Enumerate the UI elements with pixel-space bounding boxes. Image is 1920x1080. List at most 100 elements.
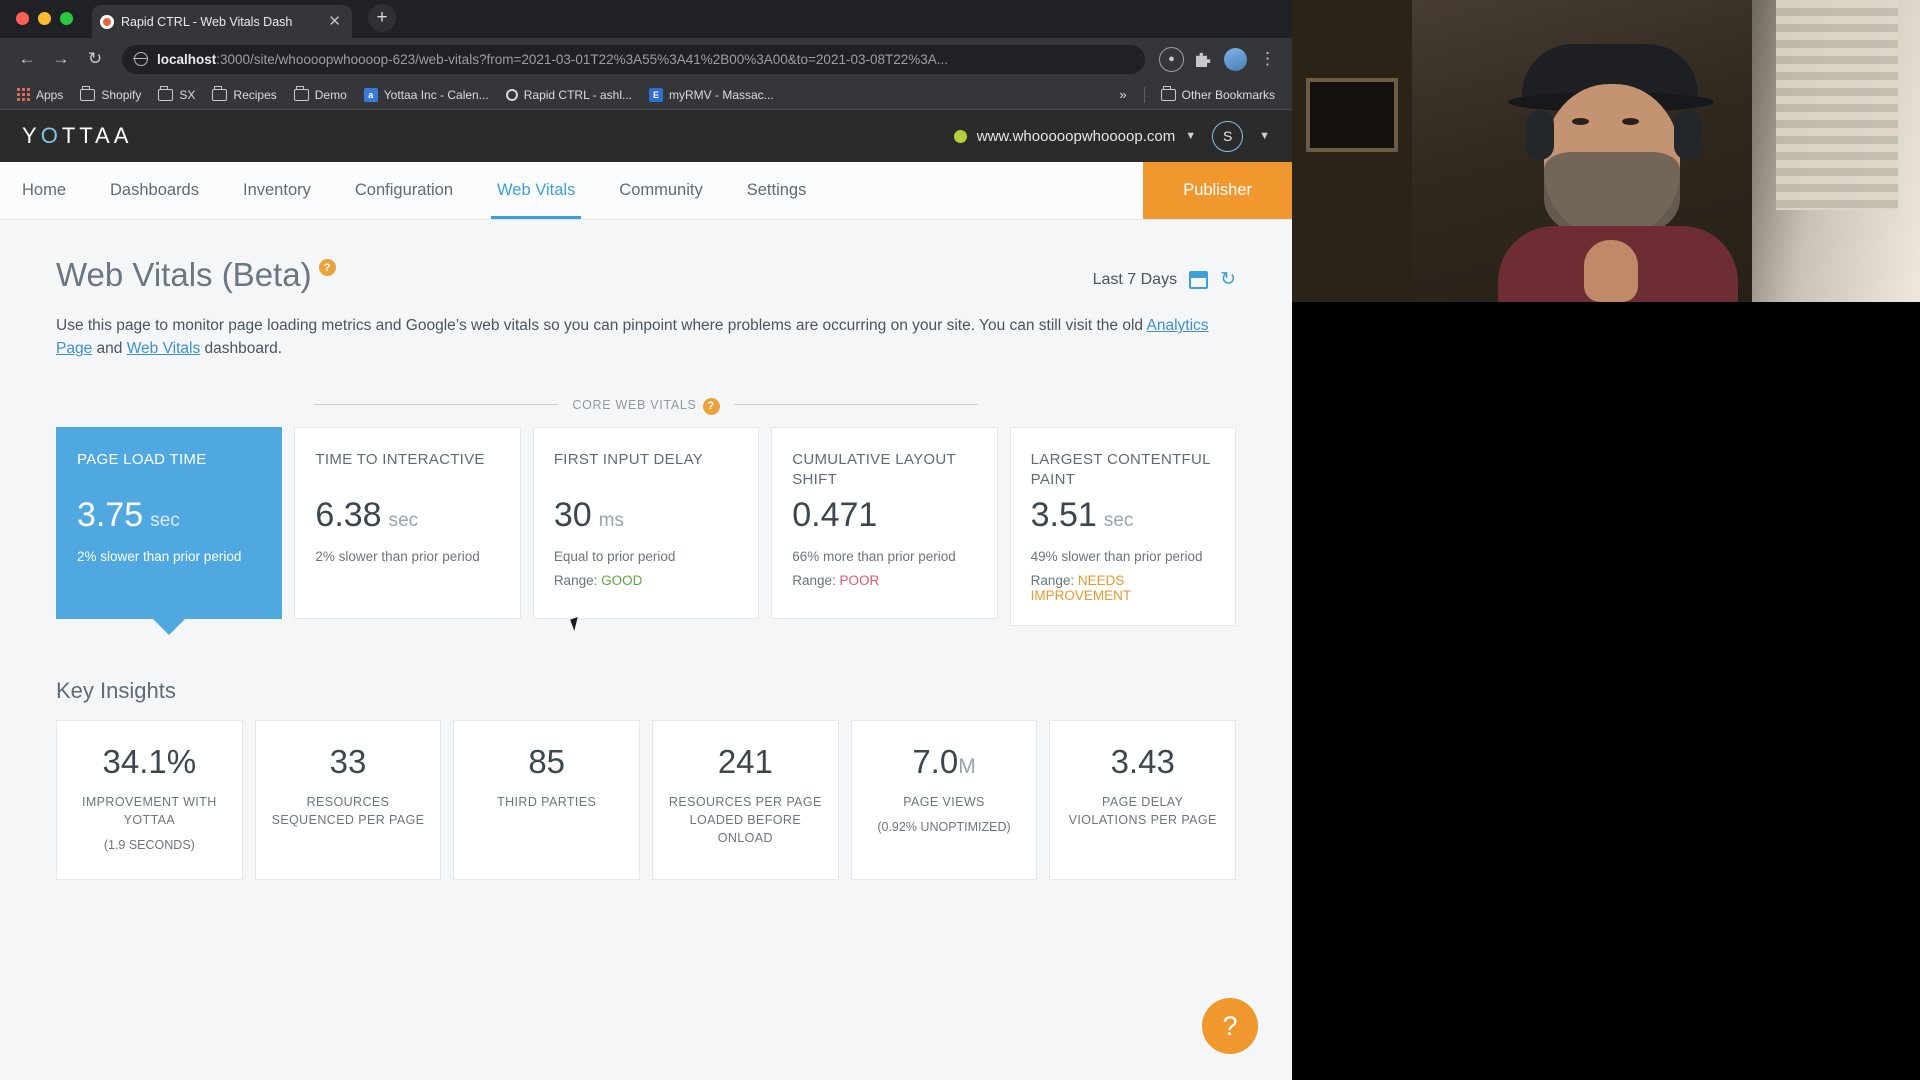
- logo-pre: Y: [22, 123, 41, 148]
- folder-icon: [80, 86, 96, 101]
- nav-item-community[interactable]: Community: [597, 162, 724, 219]
- page-content: Web Vitals (Beta) ? Last 7 Days ↻ Use th…: [0, 220, 1292, 881]
- nav-item-dashboards[interactable]: Dashboards: [88, 162, 221, 219]
- close-icon[interactable]: ✕: [325, 14, 344, 29]
- nav-item-inventory[interactable]: Inventory: [221, 162, 333, 219]
- date-range-label: Last 7 Days: [1092, 270, 1178, 288]
- url-host: localhost: [157, 51, 217, 67]
- metric-label: PAGE LOAD TIME: [77, 450, 207, 468]
- insight-card-resources-before-onload[interactable]: 241 RESOURCES PER PAGE LOADED BEFORE ONL…: [652, 720, 839, 881]
- calendar-icon[interactable]: [1189, 270, 1209, 289]
- address-bar[interactable]: localhost:3000/site/whoooopwhoooop-623/w…: [122, 44, 1145, 74]
- bookmark-rapid-ctrl[interactable]: Rapid CTRL - ashl...: [499, 85, 639, 105]
- range-label: Range:: [553, 573, 602, 589]
- bookmarks-overflow-button[interactable]: »: [1111, 87, 1134, 102]
- site-selector[interactable]: www.whooooopwhoooop.com ▼: [953, 128, 1197, 145]
- nav-item-home[interactable]: Home: [0, 162, 88, 219]
- band-divider-right: [733, 404, 978, 405]
- insight-card-third-parties[interactable]: 85 THIRD PARTIES: [453, 720, 641, 881]
- ring-favicon: [505, 88, 518, 101]
- nav-item-configuration[interactable]: Configuration: [333, 162, 475, 219]
- avatar[interactable]: S: [1212, 120, 1244, 152]
- metric-value: 0.471: [792, 495, 878, 534]
- webcam-headphone-left: [1526, 110, 1554, 160]
- window-controls[interactable]: [0, 12, 73, 38]
- metric-card-first-input-delay[interactable]: FIRST INPUT DELAY 30 ms Equal to prior p…: [532, 426, 760, 619]
- apps-grid-icon: [17, 88, 30, 101]
- insight-card-page-views[interactable]: 7.0M PAGE VIEWS (0.92% UNOPTIMIZED): [850, 720, 1038, 881]
- profile-avatar[interactable]: [1223, 47, 1248, 72]
- metric-subtext: Equal to prior period: [553, 548, 676, 564]
- extension-badge-icon[interactable]: ●: [1159, 46, 1184, 72]
- bookmarks-divider: [1143, 86, 1145, 103]
- help-icon[interactable]: ?: [702, 397, 720, 415]
- minimize-window-button[interactable]: [38, 12, 51, 25]
- user-menu-chevron-down-icon[interactable]: ▼: [1259, 130, 1270, 142]
- calendar-favicon: a: [363, 87, 378, 102]
- publisher-button[interactable]: Publisher: [1143, 162, 1292, 219]
- reload-button[interactable]: ↻: [80, 44, 110, 74]
- e-favicon: E: [649, 87, 663, 102]
- back-button[interactable]: ←: [12, 44, 42, 74]
- chevron-down-icon: ▼: [1185, 130, 1197, 142]
- other-bookmarks-button[interactable]: Other Bookmarks: [1154, 85, 1282, 105]
- webcam-person-eye-left: [1572, 118, 1589, 125]
- bookmark-myrmv[interactable]: E myRMV - Massac...: [642, 85, 781, 105]
- insight-label: IMPROVEMENT WITH YOTTAA: [82, 795, 217, 828]
- browser-tab[interactable]: Rapid CTRL - Web Vitals Dash ✕: [92, 5, 352, 38]
- insight-value-text: 34.1%: [102, 743, 197, 781]
- help-fab-button[interactable]: ?: [1202, 998, 1258, 1054]
- metric-card-time-to-interactive[interactable]: TIME TO INTERACTIVE 6.38 sec 2% slower t…: [294, 426, 521, 619]
- insight-value: 7.0M: [864, 743, 1025, 781]
- insight-card-improvement-with-yottaa[interactable]: 34.1% IMPROVEMENT WITH YOTTAA (1.9 SECON…: [56, 720, 243, 881]
- maximize-window-button[interactable]: [60, 12, 73, 25]
- date-range-control[interactable]: Last 7 Days ↻: [1093, 256, 1236, 291]
- new-tab-button[interactable]: +: [368, 4, 396, 32]
- extensions-icon[interactable]: [1191, 47, 1216, 72]
- metric-unit: sec: [150, 509, 180, 531]
- metric-value-row: 6.38 sec: [315, 496, 499, 535]
- metric-subtext: 66% more than prior period: [792, 548, 956, 564]
- insight-card-page-delay-violations[interactable]: 3.43 PAGE DELAY VIOLATIONS PER PAGE: [1049, 720, 1237, 881]
- other-bookmarks-label: Other Bookmarks: [1181, 87, 1275, 102]
- webcam-overlay: [1292, 0, 1920, 1080]
- yottaa-logo[interactable]: YOTTAA: [22, 123, 132, 149]
- insight-label: RESOURCES PER PAGE LOADED BEFORE ONLOAD: [668, 795, 822, 846]
- insight-card-resources-sequenced[interactable]: 33 RESOURCES SEQUENCED PER PAGE: [254, 720, 442, 881]
- tab-strip: Rapid CTRL - Web Vitals Dash ✕ +: [0, 0, 1292, 38]
- bookmark-shopify[interactable]: Shopify: [73, 85, 148, 105]
- metric-subtext: 2% slower than prior period: [315, 548, 480, 564]
- band-label-text: CORE WEB VITALS: [572, 397, 697, 412]
- description-and: and: [92, 340, 127, 358]
- bookmark-apps[interactable]: Apps: [10, 85, 70, 105]
- logo-post: TTAA: [61, 123, 133, 148]
- metric-value-row: 3.75 sec: [77, 496, 261, 535]
- close-window-button[interactable]: [16, 12, 29, 25]
- bookmark-label: Recipes: [233, 87, 277, 102]
- range-label: Range:: [1030, 573, 1078, 589]
- web-vitals-link[interactable]: Web Vitals: [127, 340, 201, 357]
- bookmark-demo[interactable]: Demo: [287, 85, 354, 105]
- forward-button[interactable]: →: [46, 44, 76, 74]
- webcam-window-blind: [1776, 0, 1898, 210]
- refresh-icon[interactable]: ↻: [1220, 268, 1236, 291]
- core-web-vitals-cards: PAGE LOAD TIME 3.75 sec 2% slower than p…: [56, 426, 1237, 635]
- bookmark-recipes[interactable]: Recipes: [205, 85, 283, 105]
- nav-item-settings[interactable]: Settings: [725, 162, 829, 219]
- metric-card-largest-contentful-paint[interactable]: LARGEST CONTENTFUL PAINT 3.51 sec 49% sl…: [1009, 426, 1237, 627]
- insight-value-suffix: M: [958, 755, 976, 779]
- help-icon[interactable]: ?: [318, 259, 336, 276]
- nav-item-web-vitals[interactable]: Web Vitals: [475, 162, 597, 219]
- metric-label: TIME TO INTERACTIVE: [315, 450, 485, 468]
- metric-subtext: 2% slower than prior period: [77, 548, 242, 564]
- browser-menu-icon[interactable]: ⋮: [1255, 47, 1280, 72]
- metric-card-page-load-time[interactable]: PAGE LOAD TIME 3.75 sec 2% slower than p…: [56, 426, 283, 635]
- metric-subtext: 49% slower than prior period: [1030, 548, 1203, 564]
- bookmark-sx[interactable]: SX: [151, 85, 202, 105]
- bookmark-label: Yottaa Inc - Calen...: [383, 87, 489, 102]
- folder-icon: [293, 86, 309, 101]
- metric-card-cumulative-layout-shift[interactable]: CUMULATIVE LAYOUT SHIFT 0.471 66% more t…: [771, 426, 998, 619]
- folder-icon: [1160, 86, 1176, 101]
- selected-pointer-icon: [152, 617, 187, 635]
- bookmark-yottaa-calendar[interactable]: a Yottaa Inc - Calen...: [357, 85, 496, 105]
